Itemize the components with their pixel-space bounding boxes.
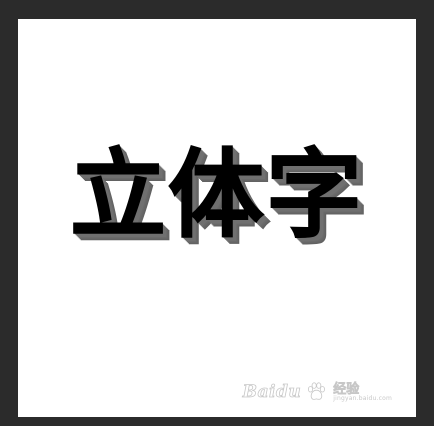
3d-text-layer[interactable]: 立体字 [18, 147, 416, 244]
watermark-cn: 经验 [333, 381, 360, 397]
baidu-jingyan-watermark: Baidu 经验 jingyan.baidu.com [242, 381, 392, 403]
watermark-brand: Baidu [242, 382, 302, 403]
document-canvas[interactable]: 立体字 Baidu 经验 jingyan.baidu.com [18, 19, 416, 417]
watermark-sub: 经验 jingyan.baidu.com [333, 381, 392, 402]
watermark-url: jingyan.baidu.com [333, 394, 392, 402]
photoshop-workspace: 立体字 Baidu 经验 jingyan.baidu.com [0, 0, 434, 426]
paw-icon [308, 382, 326, 400]
